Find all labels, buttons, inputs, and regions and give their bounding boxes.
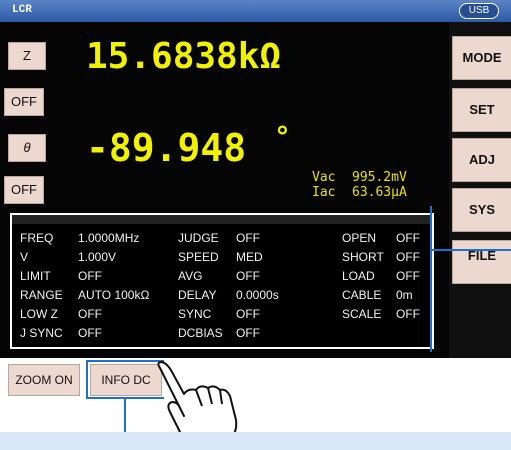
adj-button[interactable]: ADJ [452,138,511,182]
info-label: V [20,250,29,264]
info-label: LIMIT [20,269,51,283]
info-label: SCALE [342,307,382,321]
info-label: JUDGE [178,231,219,245]
title-bar: LCR USB [0,0,511,22]
info-value: 0m [396,288,413,302]
info-label: SHORT [342,250,384,264]
info-value: OFF [236,307,260,321]
info-value: OFF [396,231,420,245]
vac-label: Vac [312,170,336,185]
info-value: OFF [78,307,102,321]
info-value: AUTO 100kΩ [78,288,150,302]
set-button[interactable]: SET [452,88,511,132]
info-label: LOW Z [20,307,58,321]
info-panel: FREQ 1.0000MHz JUDGE OFF OPEN OFF V 1.000V SPEED… [10,213,434,349]
primary-value: 15.6838kΩ [86,36,282,77]
vac-value: 995.2mV [352,170,407,185]
callout-box-left [86,360,88,398]
info-value: OFF [78,269,102,283]
param1-secondary-button[interactable]: OFF [4,88,44,116]
mode-button[interactable]: MODE [452,36,511,80]
info-label: SYNC [178,307,212,321]
info-label: OPEN [342,231,377,245]
footer-band [0,432,511,450]
zoom-on-button[interactable]: ZOOM ON [8,364,80,396]
info-label: AVG [178,269,203,283]
info-label: DCBIAS [178,326,223,340]
info-value: OFF [236,326,260,340]
iac-label: Iac [312,185,336,200]
usb-indicator: USB [459,3,499,19]
info-label: LOAD [342,269,375,283]
info-value: 1.0000MHz [78,231,140,245]
sys-button[interactable]: SYS [452,188,511,232]
info-panel-titlebar [12,215,432,224]
info-value: MED [236,250,263,264]
app-title: LCR [12,4,32,16]
callout-line-right [432,249,511,251]
info-value: OFF [78,326,102,340]
info-value: OFF [396,250,420,264]
param2-secondary-button[interactable]: OFF [4,176,44,204]
info-label: FREQ [20,231,54,245]
iac-value: 63.63µA [352,185,407,200]
info-label: SPEED [178,250,219,264]
callout-bracket [430,206,432,352]
info-value: OFF [396,269,420,283]
info-label: CABLE [342,288,382,302]
param1-button[interactable]: Z [8,42,46,70]
lcr-meter-screen: LCR USB Z OFF θ OFF 15.6838kΩ -89.948 ° … [0,0,511,450]
param2-button[interactable]: θ [8,134,46,162]
secondary-value: -89.948 [86,126,247,170]
info-value: OFF [236,269,260,283]
info-value: OFF [396,307,420,321]
info-label: RANGE [20,288,63,302]
info-value: 1.000V [78,250,117,264]
info-value: OFF [236,231,260,245]
callout-line-down [124,398,126,432]
file-button[interactable]: FILE [452,240,511,284]
info-label: DELAY [178,288,217,302]
info-label: J SYNC [20,326,63,340]
secondary-unit: ° [274,120,291,153]
info-value: 0.0000s [236,288,279,302]
